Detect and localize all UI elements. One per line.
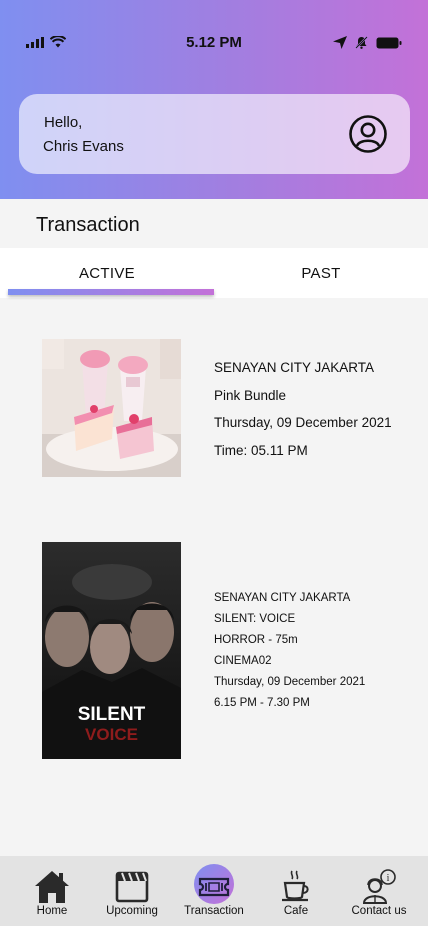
transaction-2-showtime: 6.15 PM - 7.30 PM <box>214 697 310 709</box>
bottom-nav: Home Upcoming Transaction Cafe i Contact… <box>0 856 428 926</box>
active-tab-indicator <box>8 289 214 295</box>
user-avatar-icon[interactable] <box>348 114 388 154</box>
nav-home[interactable]: Home <box>22 856 82 926</box>
ticket-icon <box>198 877 230 897</box>
transaction-1-location: SENAYAN CITY JAKARTA <box>214 360 375 375</box>
location-arrow-icon <box>333 36 347 49</box>
nav-cafe-label: Cafe <box>283 905 309 917</box>
transaction-2-date: Thursday, 09 December 2021 <box>214 676 366 688</box>
greeting-card: Hello, Chris Evans <box>19 94 410 174</box>
transaction-1-details: SENAYAN CITY JAKARTA Pink Bundle Thursda… <box>214 358 392 468</box>
header: 5.12 PM Hello, Chris Evans <box>0 0 428 199</box>
status-bar: 5.12 PM <box>0 30 428 56</box>
mute-bell-icon <box>355 36 368 49</box>
nav-cafe[interactable]: Cafe <box>266 856 326 926</box>
svg-text:i: i <box>387 873 390 884</box>
tab-past[interactable]: PAST <box>214 248 428 298</box>
nav-contact-us-label: Contact us <box>351 905 407 917</box>
nav-upcoming[interactable]: Upcoming <box>100 856 164 926</box>
greeting-hello: Hello, <box>44 114 83 131</box>
transaction-2-location: SENAYAN CITY JAKARTA <box>214 592 351 604</box>
support-agent-icon: i <box>362 869 396 904</box>
nav-upcoming-label: Upcoming <box>106 905 158 917</box>
movie-poster-image[interactable]: SILENT VOICE <box>42 542 181 759</box>
poster-title-text: SILENT <box>78 704 146 725</box>
nav-transaction-label: Transaction <box>184 905 244 917</box>
transaction-1-item: Pink Bundle <box>214 387 287 403</box>
nav-home-label: Home <box>36 905 68 917</box>
nav-contact-us[interactable]: i Contact us <box>344 856 414 926</box>
greeting-user-name: Chris Evans <box>43 138 124 155</box>
coffee-cup-icon <box>282 870 309 902</box>
transaction-1-date: Thursday, 09 December 2021 <box>214 415 392 430</box>
cafe-bundle-image[interactable] <box>42 339 181 477</box>
transaction-2-movie-title: SILENT: VOICE <box>214 613 296 625</box>
transaction-2-genre-duration: HORROR - 75m <box>214 634 298 646</box>
transaction-2-details: SENAYAN CITY JAKARTA SILENT: VOICE HORRO… <box>214 590 365 716</box>
transaction-2-cinema: CINEMA02 <box>214 655 272 667</box>
battery-icon <box>376 37 402 48</box>
nav-transaction[interactable]: Transaction <box>182 856 246 926</box>
transaction-1-time: Time: 05.11 PM <box>214 442 308 458</box>
page-title: Transaction <box>36 214 140 236</box>
clapperboard-icon <box>115 871 149 903</box>
poster-subtitle-text: VOICE <box>85 725 138 744</box>
home-icon <box>35 871 69 903</box>
